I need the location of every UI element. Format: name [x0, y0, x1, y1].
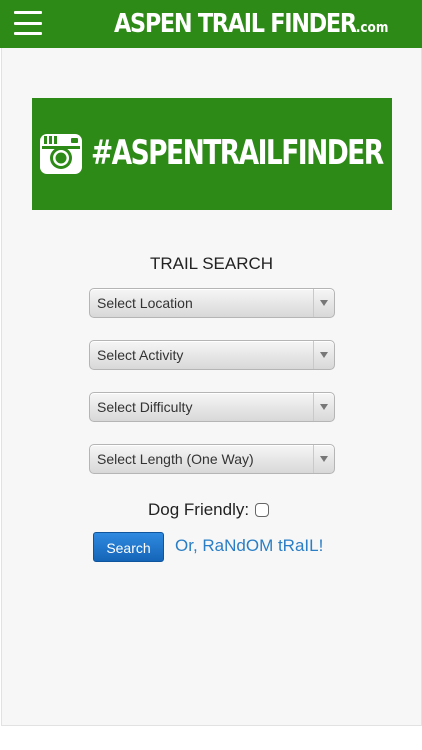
brand-logo[interactable]: ASPEN TRAIL FINDER.com: [114, 8, 388, 44]
difficulty-select[interactable]: Select Difficulty: [89, 392, 335, 422]
brand-tld-text: .com: [355, 20, 389, 36]
activity-select-label: Select Activity: [97, 347, 184, 363]
banner-hashtag-text: #ASPENTRAILFINDER: [91, 133, 384, 173]
length-select-label: Select Length (One Way): [97, 451, 254, 467]
dog-friendly-row: Dog Friendly:: [148, 500, 270, 520]
dropdown-arrow-icon: [313, 445, 334, 473]
trail-search-title: TRAIL SEARCH: [149, 254, 274, 273]
length-select[interactable]: Select Length (One Way): [89, 444, 335, 474]
dropdown-arrow-icon: [313, 341, 334, 369]
hamburger-menu-icon[interactable]: [14, 11, 42, 35]
difficulty-select-label: Select Difficulty: [97, 399, 193, 415]
search-button[interactable]: Search: [93, 532, 164, 562]
dog-friendly-label: Dog Friendly:: [148, 500, 250, 519]
dropdown-arrow-icon: [313, 393, 334, 421]
location-select[interactable]: Select Location: [89, 288, 335, 318]
header-bar: ASPEN TRAIL FINDER.com: [0, 0, 422, 48]
brand-main-text: ASPEN TRAIL FINDER: [114, 9, 357, 39]
camera-icon: [40, 134, 82, 174]
dog-friendly-checkbox[interactable]: [255, 503, 270, 517]
main-content: #ASPENTRAILFINDER TRAIL SEARCH Select Lo…: [1, 48, 422, 726]
hashtag-banner[interactable]: #ASPENTRAILFINDER: [32, 98, 392, 210]
location-select-label: Select Location: [97, 295, 193, 311]
dropdown-arrow-icon: [313, 289, 334, 317]
activity-select[interactable]: Select Activity: [89, 340, 335, 370]
random-trail-link[interactable]: Or, RaNdOM tRaIL!: [175, 536, 323, 556]
